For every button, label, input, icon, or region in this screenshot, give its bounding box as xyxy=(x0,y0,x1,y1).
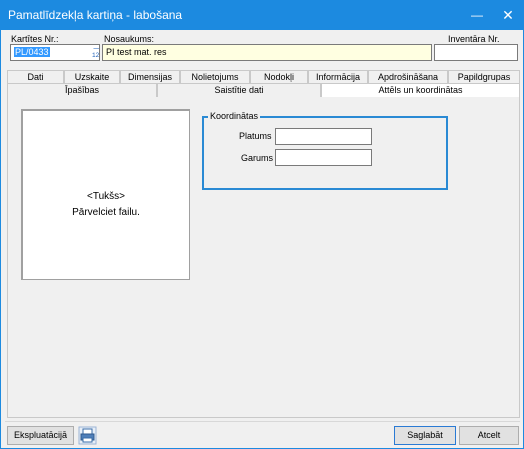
card-no-value: PL/0433 xyxy=(14,47,50,57)
image-drop-zone[interactable]: <Tukšs> Pārvelciet failu. xyxy=(21,109,190,280)
longitude-input[interactable] xyxy=(275,149,372,166)
window-title: Pamatlīdzekļa kartiņa - labošana xyxy=(8,8,183,22)
footer-divider xyxy=(5,421,520,422)
latitude-input[interactable] xyxy=(275,128,372,145)
tab-dati[interactable]: Dati xyxy=(7,70,64,83)
printer-icon[interactable] xyxy=(78,426,97,445)
auto-number-icon[interactable]: ⟶ 123 xyxy=(91,45,100,60)
exploitation-button[interactable]: Ekspluatācijā xyxy=(7,426,74,445)
tab-saistitie-dati[interactable]: Saistītie dati xyxy=(157,83,321,97)
card-no-label: Kartītes Nr.: xyxy=(11,34,59,44)
tab-ipasibas[interactable]: Īpašības xyxy=(7,83,157,97)
latitude-label: Platums xyxy=(239,131,272,141)
inventory-label: Inventāra Nr. xyxy=(448,34,500,44)
title-bar: Pamatlīdzekļa kartiņa - labošana — ✕ xyxy=(1,1,523,30)
save-button[interactable]: Saglabāt xyxy=(394,426,456,445)
longitude-label: Garums xyxy=(241,153,274,163)
coordinates-legend: Koordinātas xyxy=(208,111,261,121)
card-no-field[interactable]: PL/0433 ⟶ 123 xyxy=(10,44,100,61)
tab-informacija[interactable]: Informācija xyxy=(308,70,368,83)
cancel-button[interactable]: Atcelt xyxy=(459,426,519,445)
tab-dimensijas[interactable]: Dimensijas xyxy=(120,70,180,83)
name-label: Nosaukums: xyxy=(104,34,155,44)
tab-attels-koordinatas[interactable]: Attēls un koordinātas xyxy=(321,83,520,97)
image-hint-text: Pārvelciet failu. xyxy=(72,207,140,218)
tab-nolietojums[interactable]: Nolietojums xyxy=(180,70,250,83)
tab-apdrosinasana[interactable]: Apdrošināšana xyxy=(368,70,448,83)
name-field[interactable]: PI test mat. res xyxy=(102,44,432,61)
close-button[interactable]: ✕ xyxy=(496,3,520,27)
image-empty-text: <Tukšs> xyxy=(87,191,125,202)
tab-row-1: Dati Uzskaite Dimensijas Nolietojums Nod… xyxy=(7,70,520,83)
tab-nodokli[interactable]: Nodokļi xyxy=(250,70,308,83)
tab-papildgrupas[interactable]: Papildgrupas xyxy=(448,70,520,83)
auto-number-digits: 123 xyxy=(92,52,100,59)
inventory-field[interactable] xyxy=(434,44,518,61)
minimize-button[interactable]: — xyxy=(465,3,489,27)
tab-row-2: Īpašības Saistītie dati Attēls un koordi… xyxy=(7,83,520,97)
asset-card-window: Pamatlīdzekļa kartiņa - labošana — ✕ Kar… xyxy=(0,0,524,449)
tab-uzskaite[interactable]: Uzskaite xyxy=(64,70,120,83)
